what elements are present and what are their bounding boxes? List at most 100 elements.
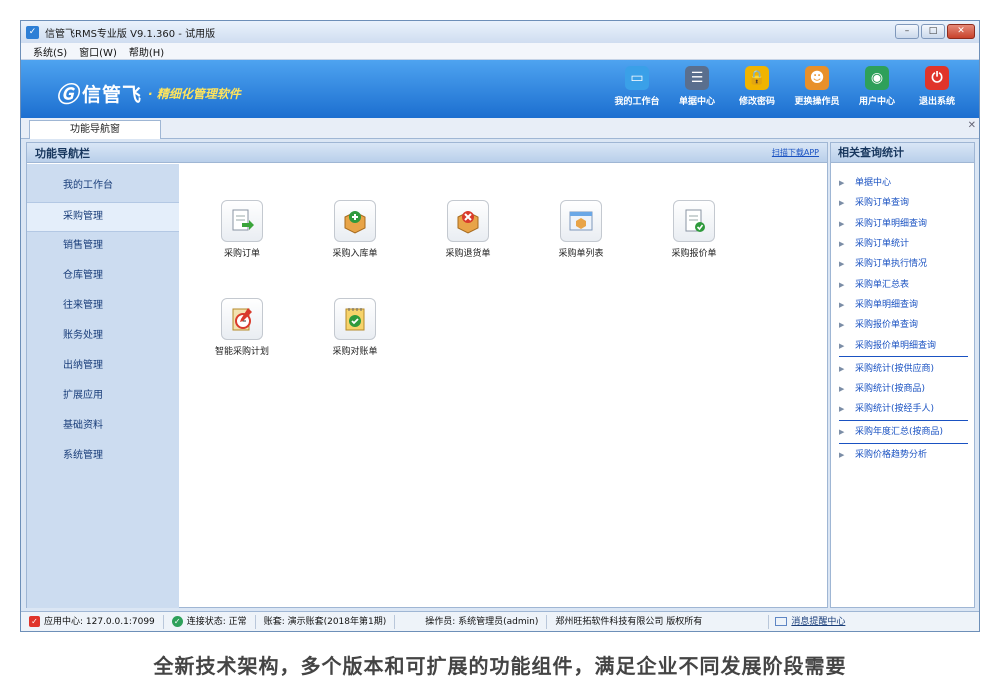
menu-bar: 系统(S) 窗口(W) 帮助(H) — [21, 43, 979, 60]
sidebar-item[interactable]: 扩展应用 — [27, 382, 179, 412]
function-tile-label: 采购订单 — [223, 249, 260, 259]
status-server-text: 应用中心: 127.0.0.1:7099 — [44, 616, 155, 627]
related-query-item[interactable]: ▶ 采购年度汇总(按商品) — [839, 422, 968, 444]
sidebar-item[interactable]: 我的工作台 — [27, 172, 179, 202]
message-center-link[interactable]: 消息提醒中心 — [769, 615, 853, 629]
tab-bar: 功能导航窗 ✕ — [21, 118, 979, 139]
triangle-right-icon: ▶ — [839, 260, 845, 269]
related-query-label[interactable]: 采购年度汇总(按商品) — [855, 423, 943, 441]
related-query-item[interactable]: ▶ 采购统计(按商品) — [839, 379, 968, 399]
navigation-panel-title: 功能导航栏 — [35, 146, 90, 160]
toolbar-button-4[interactable]: ◉ 用户中心 — [847, 66, 907, 107]
related-query-label[interactable]: 采购订单查询 — [855, 194, 909, 212]
toolbar-button-label: 更换操作员 — [794, 97, 840, 107]
maximize-button[interactable]: □ — [921, 24, 945, 39]
document-check-icon[interactable] — [673, 200, 715, 242]
function-tile[interactable]: 采购订单 — [197, 200, 287, 259]
window-title: 信管飞RMS专业版 V9.1.360 - 试用版 — [45, 28, 216, 40]
tab-function-navigator[interactable]: 功能导航窗 — [29, 120, 161, 139]
toolbar-button-1[interactable]: ☰ 单据中心 — [667, 66, 727, 107]
function-tile-label: 采购对账单 — [332, 347, 378, 357]
triangle-right-icon: ▶ — [839, 280, 845, 289]
related-query-label[interactable]: 采购统计(按商品) — [855, 380, 925, 398]
function-tile-label: 采购入库单 — [332, 249, 378, 259]
tab-close-icon[interactable]: ✕ — [968, 120, 976, 131]
menu-system[interactable]: 系统(S) — [33, 44, 67, 59]
clipboard-clock-icon[interactable] — [221, 298, 263, 340]
close-button[interactable]: ✕ — [947, 24, 975, 39]
related-query-item[interactable]: ▶ 采购订单明细查询 — [839, 214, 968, 234]
related-query-label[interactable]: 采购订单明细查询 — [855, 215, 927, 233]
title-bar[interactable]: ✓ 信管飞RMS专业版 V9.1.360 - 试用版 – □ ✕ — [21, 21, 979, 43]
function-tile-label: 采购报价单 — [671, 249, 717, 259]
notepad-check-icon[interactable] — [334, 298, 376, 340]
function-tile[interactable]: 采购报价单 — [649, 200, 739, 259]
function-tile[interactable]: 采购入库单 — [310, 200, 400, 259]
related-query-item[interactable]: ▶ 采购订单查询 — [839, 193, 968, 213]
related-query-label[interactable]: 采购价格趋势分析 — [855, 446, 927, 464]
related-query-label[interactable]: 采购订单执行情况 — [855, 255, 927, 273]
related-query-item[interactable]: ▶ 采购单明细查询 — [839, 295, 968, 315]
menu-window[interactable]: 窗口(W) — [79, 44, 117, 59]
related-query-item[interactable]: ▶ 采购价格趋势分析 — [839, 445, 968, 465]
related-query-label[interactable]: 采购报价单明细查询 — [855, 337, 936, 355]
minimize-button[interactable]: – — [895, 24, 919, 39]
triangle-right-icon: ▶ — [839, 364, 845, 373]
related-query-label[interactable]: 采购统计(按经手人) — [855, 400, 934, 418]
menu-help[interactable]: 帮助(H) — [129, 44, 164, 59]
brand-logo: Ⓖ 信管飞 · 精细化管理软件 — [56, 77, 241, 109]
related-query-label[interactable]: 采购统计(按供应商) — [855, 360, 934, 378]
triangle-right-icon: ▶ — [839, 199, 845, 208]
related-query-item[interactable]: ▶ 采购订单统计 — [839, 234, 968, 254]
download-app-link[interactable]: 扫描下载APP — [772, 147, 819, 158]
toolbar-button-3[interactable]: ☻ 更换操作员 — [787, 66, 847, 107]
lock-icon: 🔒 — [745, 66, 769, 90]
related-query-item[interactable]: ▶ 采购统计(按经手人) — [839, 399, 968, 421]
function-tile[interactable]: 智能采购计划 — [197, 298, 287, 357]
toolbar-button-2[interactable]: 🔒 修改密码 — [727, 66, 787, 107]
power-icon: ⏻ — [925, 66, 949, 90]
status-connection: ✓ 连接状态: 正常 — [164, 614, 256, 629]
promo-caption: 全新技术架构，多个版本和可扩展的功能组件，满足企业不同发展阶段需要 — [153, 654, 847, 678]
related-query-item[interactable]: ▶ 采购单汇总表 — [839, 274, 968, 294]
related-query-label[interactable]: 采购报价单查询 — [855, 316, 918, 334]
sidebar-item[interactable]: 出纳管理 — [27, 352, 179, 382]
window-list-icon[interactable] — [560, 200, 602, 242]
box-plus-icon[interactable] — [334, 200, 376, 242]
related-query-item[interactable]: ▶ 采购报价单查询 — [839, 315, 968, 335]
related-query-label[interactable]: 采购订单统计 — [855, 235, 909, 253]
related-query-item[interactable]: ▶ 采购报价单明细查询 — [839, 335, 968, 358]
toolbar-button-5[interactable]: ⏻ 退出系统 — [907, 66, 967, 107]
function-tile[interactable]: 采购退货单 — [423, 200, 513, 259]
sidebar-item[interactable]: 往来管理 — [27, 292, 179, 322]
message-center-text[interactable]: 消息提醒中心 — [791, 615, 845, 629]
monitor-icon: ▭ — [625, 66, 649, 90]
related-query-item[interactable]: ▶ 采购统计(按供应商) — [839, 358, 968, 378]
header-banner: Ⓖ 信管飞 · 精细化管理软件 ▭ 我的工作台 ☰ 单据中心 🔒 修改密码 ☻ 更换操作员 ◉ 用… — [21, 60, 979, 118]
sidebar-item[interactable]: 基础资料 — [27, 412, 179, 442]
sidebar-item[interactable]: 系统管理 — [27, 442, 179, 472]
related-query-label[interactable]: 采购单汇总表 — [855, 276, 909, 294]
related-query-label[interactable]: 单据中心 — [855, 174, 891, 192]
sidebar-item[interactable]: 仓库管理 — [27, 262, 179, 292]
status-bar: ✓ 应用中心: 127.0.0.1:7099 ✓ 连接状态: 正常 账套: 演示… — [21, 611, 979, 631]
sidebar-item[interactable]: 采购管理 — [27, 202, 179, 232]
triangle-right-icon: ▶ — [839, 219, 845, 228]
toolbar-button-0[interactable]: ▭ 我的工作台 — [607, 66, 667, 107]
connection-ok-icon: ✓ — [171, 616, 183, 627]
sidebar-item[interactable]: 账务处理 — [27, 322, 179, 352]
toolbar-button-label: 单据中心 — [678, 97, 715, 107]
document-arrow-icon[interactable] — [221, 200, 263, 242]
related-query-item[interactable]: ▶ 单据中心 — [839, 173, 968, 193]
toolbar-button-label: 修改密码 — [738, 97, 775, 107]
function-tile[interactable]: 采购单列表 — [536, 200, 626, 259]
related-query-label[interactable]: 采购单明细查询 — [855, 296, 918, 314]
box-cross-icon[interactable] — [447, 200, 489, 242]
function-tile[interactable]: 采购对账单 — [310, 298, 400, 357]
brand-slogan: · 精细化管理软件 — [148, 86, 241, 101]
related-query-item[interactable]: ▶ 采购订单执行情况 — [839, 254, 968, 274]
status-account: 账套: 演示账套(2018年第1期) — [256, 614, 396, 629]
main-toolbar: ▭ 我的工作台 ☰ 单据中心 🔒 修改密码 ☻ 更换操作员 ◉ 用户中心 ⏻ 退出系统 — [607, 66, 967, 107]
brand-name: 信管飞 — [82, 83, 143, 106]
sidebar-item[interactable]: 销售管理 — [27, 232, 179, 262]
